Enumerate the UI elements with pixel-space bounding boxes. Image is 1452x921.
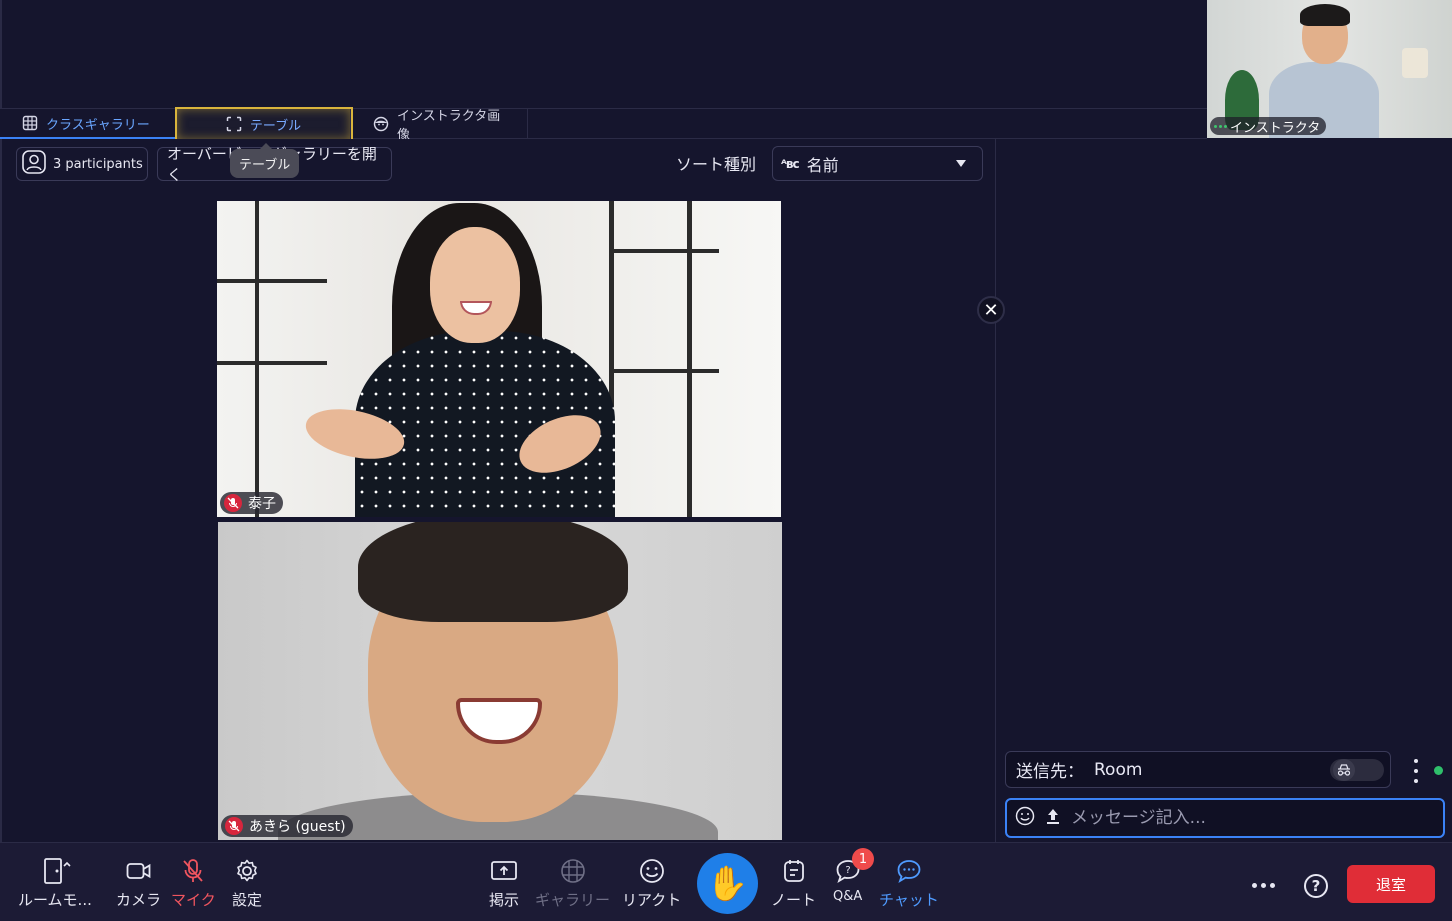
notes-label: ノート	[771, 891, 817, 909]
share-screen-icon	[490, 857, 518, 885]
chat-button[interactable]: チャット	[879, 857, 939, 910]
tab-label: テーブル	[249, 118, 302, 134]
more-vertical-icon[interactable]	[1410, 759, 1422, 783]
focus-frame-icon	[226, 116, 242, 132]
qa-label: Q&A	[833, 889, 863, 904]
tab-label: クラスギャラリー	[46, 117, 150, 133]
chevron-down-icon	[956, 160, 966, 167]
send-to-selector[interactable]: 送信先： Room	[1005, 751, 1391, 788]
signal-icon	[1214, 124, 1227, 128]
tab-label: インストラクタ画像	[397, 109, 501, 143]
top-band	[0, 0, 1207, 108]
notes-icon	[781, 857, 807, 885]
svg-text:?: ?	[845, 865, 850, 876]
lamp-decor	[1402, 48, 1428, 78]
grid-icon	[560, 857, 586, 885]
chat-label: チャット	[879, 891, 939, 909]
door-icon	[37, 857, 73, 885]
sort-value: 名前	[806, 155, 839, 175]
settings-button[interactable]: 設定	[232, 857, 262, 910]
sort-label: ソート種別	[676, 155, 757, 174]
mic-label: マイク	[171, 891, 216, 909]
react-button[interactable]: リアクト	[622, 857, 681, 910]
camera-button[interactable]: カメラ	[116, 857, 161, 910]
participants-button[interactable]: 3 participants	[16, 147, 148, 181]
message-input[interactable]	[1071, 808, 1443, 828]
mic-off-icon	[224, 494, 242, 512]
app-window: インストラクタ クラスギャラリー テーブル インストラクタ画像 3 partic…	[0, 0, 1452, 921]
status-dot	[1434, 766, 1443, 775]
emoji-icon[interactable]	[1015, 806, 1035, 830]
abc-sort-icon: ᴬʙᴄ	[781, 156, 800, 171]
message-composer	[1005, 798, 1445, 838]
tab-table[interactable]: テーブル	[175, 107, 353, 141]
share-button[interactable]: 掲示	[489, 857, 519, 910]
mic-button[interactable]: マイク	[171, 857, 216, 910]
mic-off-icon	[225, 817, 243, 835]
participant-name: あきら (guest)	[249, 819, 346, 835]
room-mode-label: ルームモ...	[18, 891, 92, 909]
table-view: 3 participants オーバービューギャラリーを開く テーブル ソート種…	[0, 139, 995, 842]
participant-name: 泰子	[248, 496, 276, 512]
gear-icon	[234, 857, 260, 885]
raised-hand-icon: ✋	[706, 863, 749, 904]
mic-off-icon	[181, 857, 205, 885]
grid-icon	[22, 115, 38, 131]
upload-icon[interactable]	[1045, 807, 1061, 829]
instructor-name: インストラクタ	[1230, 120, 1321, 136]
gallery-label: ギャラリー	[535, 891, 611, 909]
send-to-value: Room	[1094, 759, 1143, 780]
chat-panel: 送信先： Room	[995, 139, 1452, 842]
sort-select[interactable]: ᴬʙᴄ 名前	[772, 146, 983, 181]
qa-badge: 1	[852, 848, 874, 870]
participant-name-tag: 泰子	[220, 492, 283, 514]
tab-class-gallery[interactable]: クラスギャラリー	[0, 109, 177, 139]
settings-label: 設定	[232, 891, 263, 909]
help-icon[interactable]: ?	[1304, 874, 1328, 898]
leave-button[interactable]: 退室	[1347, 865, 1435, 903]
raise-hand-button[interactable]: ✋	[697, 853, 758, 914]
room-mode-button[interactable]: ルームモ...	[18, 857, 92, 910]
close-icon[interactable]: ✕	[977, 296, 1005, 324]
more-horizontal-icon[interactable]	[1252, 883, 1275, 888]
share-label: 掲示	[489, 891, 520, 909]
participants-count: 3 participants	[53, 156, 143, 172]
bottom-toolbar: ルームモ... カメラ マイク 設定 掲示 ギャラリー リアクト ✋ ノート 1…	[0, 842, 1452, 921]
anonymous-toggle[interactable]	[1330, 759, 1384, 781]
react-label: リアクト	[622, 891, 682, 909]
send-to-label: 送信先：	[1016, 762, 1084, 782]
camera-icon	[126, 857, 152, 885]
incognito-icon	[1333, 759, 1355, 781]
camera-label: カメラ	[116, 891, 162, 909]
view-tabbar: クラスギャラリー テーブル インストラクタ画像	[0, 107, 1207, 143]
participant-video-tile[interactable]: あきら (guest)	[218, 522, 782, 840]
smile-icon	[639, 857, 665, 885]
participant-name-tag: あきら (guest)	[221, 815, 353, 837]
person-icon	[21, 149, 47, 179]
tab-tooltip: テーブル	[230, 143, 300, 178]
instructor-name-tag: インストラクタ	[1210, 117, 1327, 136]
notes-button[interactable]: ノート	[771, 857, 816, 910]
chat-bubble-icon	[895, 857, 923, 885]
face-icon	[373, 116, 389, 132]
instructor-video[interactable]: インストラクタ	[1207, 0, 1452, 138]
gallery-button[interactable]: ギャラリー	[535, 857, 610, 910]
participant-video-tile[interactable]: 泰子	[217, 201, 781, 517]
tab-instructor-image[interactable]: インストラクタ画像	[351, 109, 528, 143]
